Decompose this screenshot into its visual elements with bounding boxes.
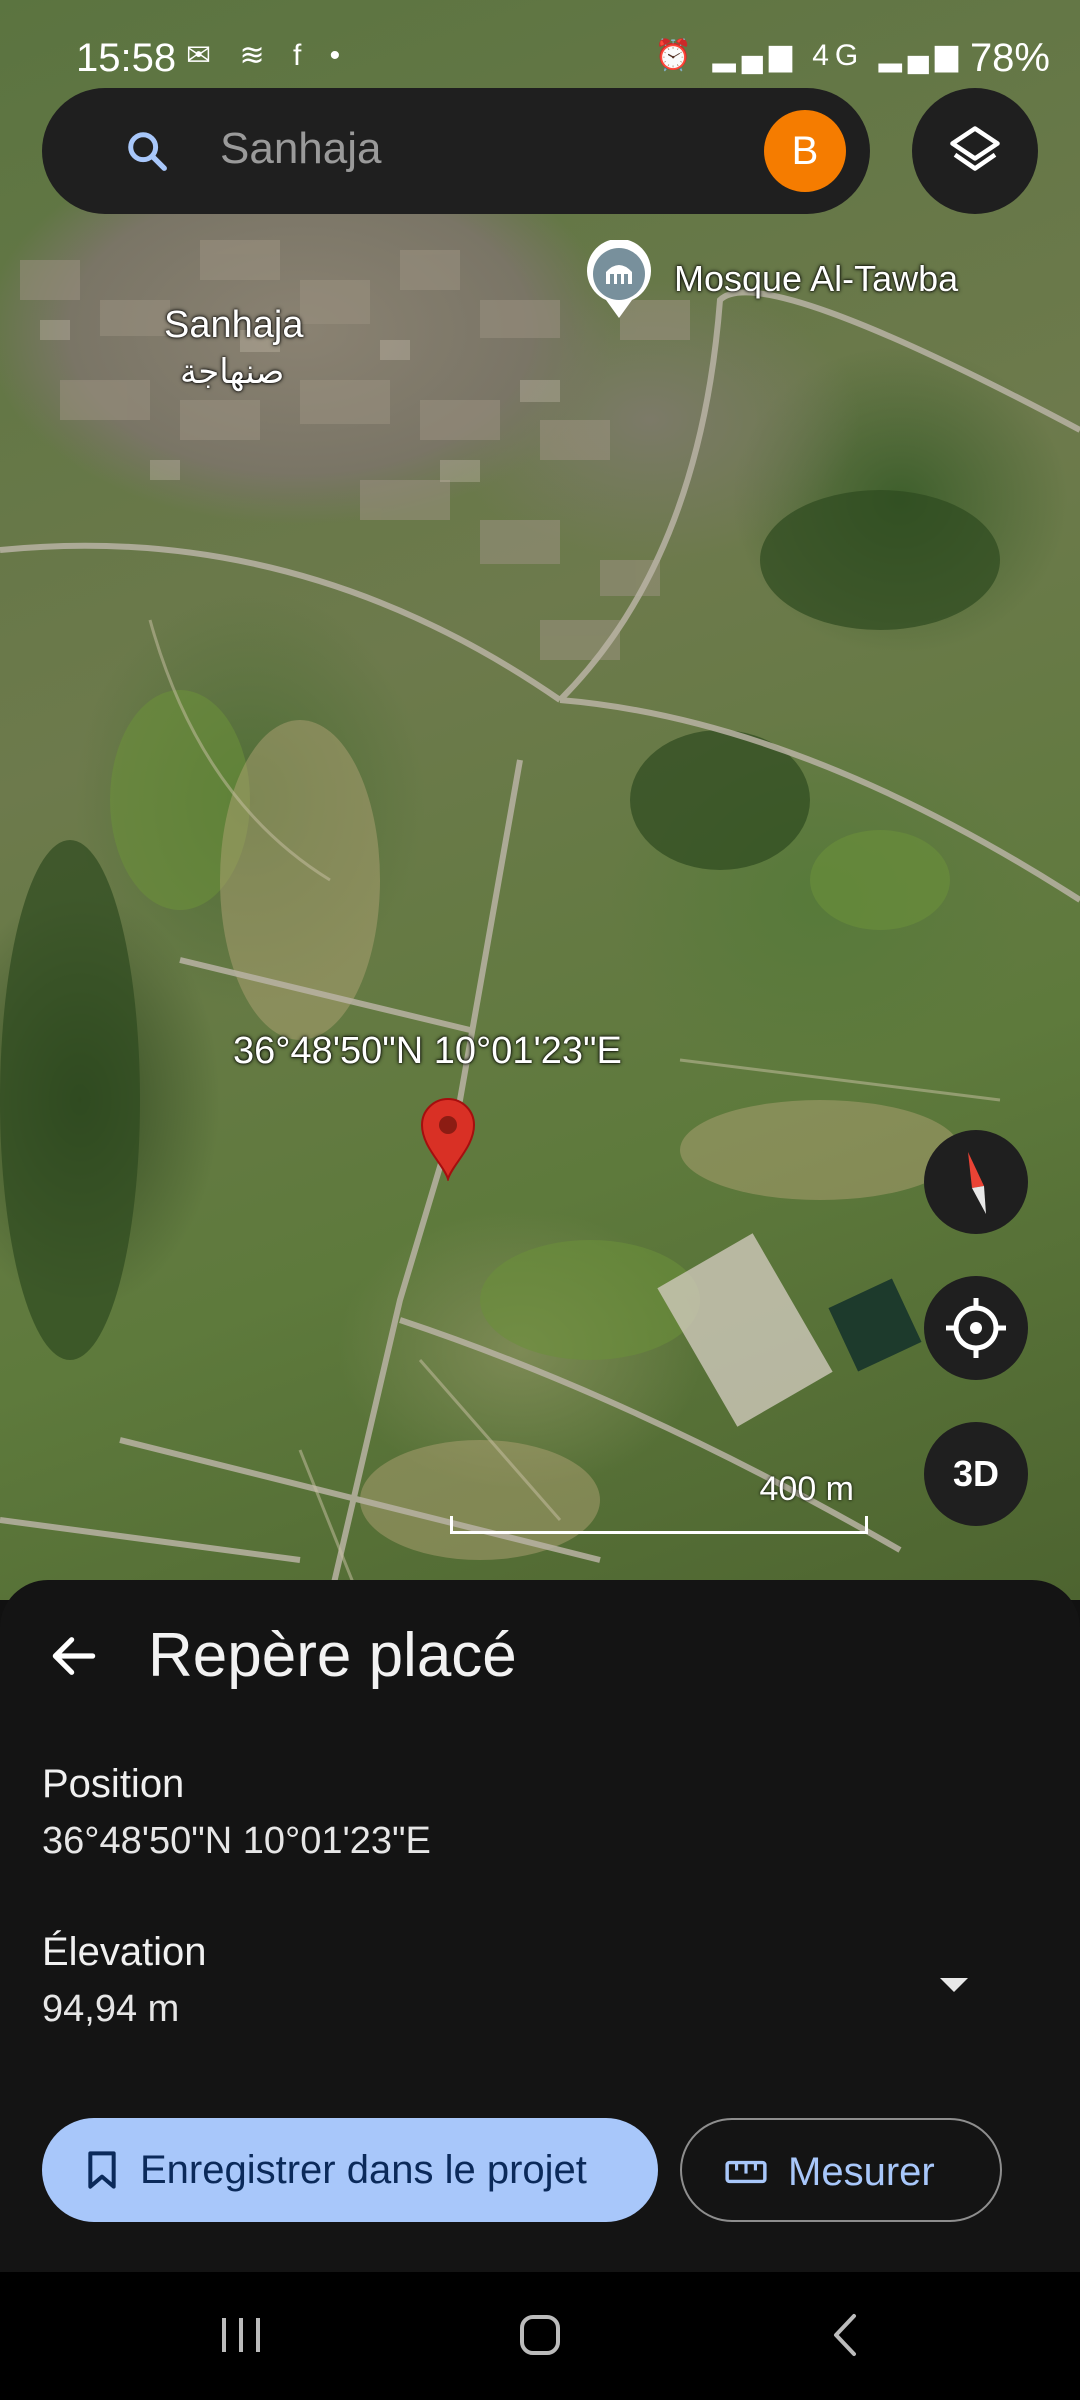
back-nav-icon[interactable] (822, 2310, 868, 2360)
position-value: 36°48'50"N 10°01'23"E (42, 1820, 431, 1862)
measure-button[interactable]: Mesurer (680, 2118, 1002, 2222)
elevation-label: Élevation (42, 1930, 207, 1974)
layers-icon (950, 126, 1000, 171)
poi-label[interactable]: Mosque Al-Tawba (674, 258, 958, 300)
save-to-project-button[interactable]: Enregistrer dans le projet (42, 2118, 658, 2222)
map-terrain (0, 240, 1080, 1600)
scale-bar (450, 1516, 868, 1534)
placed-marker-sheet: Repère placé Position 36°48'50"N 10°01'2… (0, 1580, 1080, 2272)
mosque-poi-icon[interactable] (584, 240, 654, 320)
place-label[interactable]: Sanhaja (164, 304, 303, 347)
sheet-title: Repère placé (148, 1621, 517, 1690)
battery-level: 78% (969, 36, 1050, 80)
home-icon[interactable] (517, 2310, 563, 2360)
scale-label: 400 m (759, 1470, 855, 1508)
layers-button[interactable] (912, 88, 1038, 214)
search-icon (128, 132, 167, 171)
elevation-value: 94,94 m (42, 1988, 180, 2030)
map-scale: 400 m (450, 1470, 868, 1534)
status-bar: 15:58 ✉ ≋ f • ⏰ ▂▄▆ 4G ▂▄▆ 78% (0, 0, 1080, 80)
position-label: Position (42, 1762, 185, 1806)
pin-coordinates-label: 36°48'50"N 10°01'23"E (233, 1030, 622, 1072)
signal-icons: ⏰ ▂▄▆ 4G ▂▄▆ (654, 39, 964, 72)
status-time: 15:58 (76, 36, 177, 80)
bookmark-icon (88, 2151, 116, 2189)
avatar[interactable]: B (764, 110, 846, 192)
save-to-project-label: Enregistrer dans le projet (140, 2148, 587, 2192)
ruler-icon (725, 2160, 767, 2184)
compass-button[interactable] (924, 1130, 1028, 1234)
dropdown-arrow-icon[interactable] (936, 1972, 972, 1996)
map-pin-icon[interactable] (418, 1095, 478, 1181)
notification-icons: ✉ ≋ f • (186, 39, 351, 72)
my-location-icon (946, 1298, 1006, 1358)
arrow-back-icon[interactable] (46, 1628, 102, 1684)
search-input[interactable]: Sanhaja (220, 124, 381, 174)
search-bar[interactable]: Sanhaja B (42, 88, 870, 214)
compass-icon (968, 1152, 986, 1214)
map-view[interactable] (0, 0, 1080, 1600)
system-nav-bar (0, 2272, 1080, 2400)
3d-button[interactable]: 3D (924, 1422, 1028, 1526)
recent-apps-icon[interactable] (218, 2310, 264, 2360)
measure-label: Mesurer (788, 2150, 935, 2194)
place-label-arabic: صنهاجة (180, 353, 285, 391)
my-location-button[interactable] (924, 1276, 1028, 1380)
